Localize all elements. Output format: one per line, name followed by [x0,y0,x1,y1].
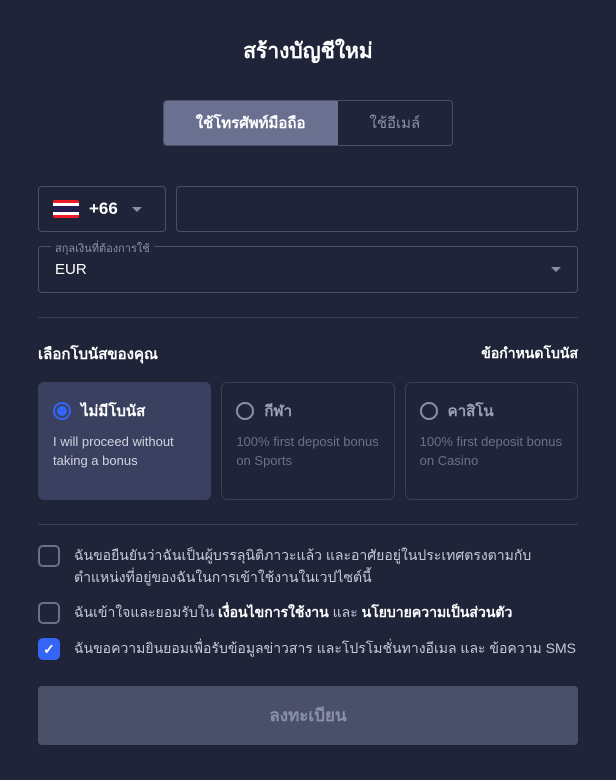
currency-label: สกุลเงินที่ต้องการใช้ [51,239,154,257]
check-marketing-row: ฉันขอความยินยอมเพื่อรับข้อมูลข่าวสาร และ… [38,638,578,660]
bonus-header: เลือกโบนัสของคุณ ข้อกำหนดโบนัส [38,342,578,366]
bonus-terms-link[interactable]: ข้อกำหนดโบนัส [481,343,578,365]
bonus-card-none[interactable]: ไม่มีโบนัส I will proceed without taking… [38,382,211,500]
bonus-heading: เลือกโบนัสของคุณ [38,342,158,366]
bonus-radio-row: กีฬา [236,399,379,423]
bonus-radio-row: ไม่มีโบนัส [53,399,196,423]
bonus-radio-row: คาสิโน [420,399,563,423]
terms-prefix: ฉันเข้าใจและยอมรับใน [74,604,218,620]
terms-link[interactable]: เงื่อนไขการใช้งาน [218,604,329,620]
tabs: ใช้โทรศัพท์มือถือ ใช้อีเมล์ [38,100,578,146]
tab-email[interactable]: ใช้อีเมล์ [338,101,453,145]
phone-row: +66 [38,186,578,232]
terms-and: และ [329,604,362,620]
chevron-down-icon [132,207,142,212]
radio-icon [420,402,438,420]
check-terms-row: ฉันเข้าใจและยอมรับใน เงื่อนไขการใช้งาน แ… [38,602,578,624]
bonus-cards: ไม่มีโบนัส I will proceed without taking… [38,382,578,500]
flag-th-icon [53,200,79,218]
tab-group: ใช้โทรศัพท์มือถือ ใช้อีเมล์ [163,100,454,146]
checkbox-terms[interactable] [38,602,60,624]
submit-button[interactable]: ลงทะเบียน [38,686,578,745]
check-marketing-text: ฉันขอความยินยอมเพื่อรับข้อมูลข่าวสาร และ… [74,638,576,660]
bonus-card-casino[interactable]: คาสิโน 100% first deposit bonus on Casin… [405,382,578,500]
radio-icon [236,402,254,420]
checkbox-age[interactable] [38,545,60,567]
divider [38,317,578,318]
divider [38,524,578,525]
checks: ฉันขอยืนยันว่าฉันเป็นผู้บรรลุนิติภาวะแล้… [38,545,578,660]
bonus-card-sports[interactable]: กีฬา 100% first deposit bonus on Sports [221,382,394,500]
country-select[interactable]: +66 [38,186,166,232]
check-age-text: ฉันขอยืนยันว่าฉันเป็นผู้บรรลุนิติภาวะแล้… [74,545,578,588]
currency-value: EUR [55,261,87,278]
checkbox-marketing[interactable] [38,638,60,660]
bonus-desc: 100% first deposit bonus on Casino [420,433,563,471]
page-title: สร้างบัญชีใหม่ [38,35,578,68]
bonus-name: กีฬา [264,399,292,423]
radio-icon [53,402,71,420]
bonus-name: ไม่มีโบนัส [81,399,145,423]
chevron-down-icon [551,267,561,272]
currency-select-wrap: สกุลเงินที่ต้องการใช้ EUR [38,246,578,293]
bonus-desc: I will proceed without taking a bonus [53,433,196,471]
country-code: +66 [89,199,118,219]
bonus-name: คาสิโน [448,399,494,423]
check-terms-text: ฉันเข้าใจและยอมรับใน เงื่อนไขการใช้งาน แ… [74,602,512,624]
tab-phone[interactable]: ใช้โทรศัพท์มือถือ [164,101,338,145]
check-age-row: ฉันขอยืนยันว่าฉันเป็นผู้บรรลุนิติภาวะแล้… [38,545,578,588]
phone-input[interactable] [176,186,578,232]
privacy-link[interactable]: นโยบายความเป็นส่วนตัว [362,604,513,620]
bonus-desc: 100% first deposit bonus on Sports [236,433,379,471]
